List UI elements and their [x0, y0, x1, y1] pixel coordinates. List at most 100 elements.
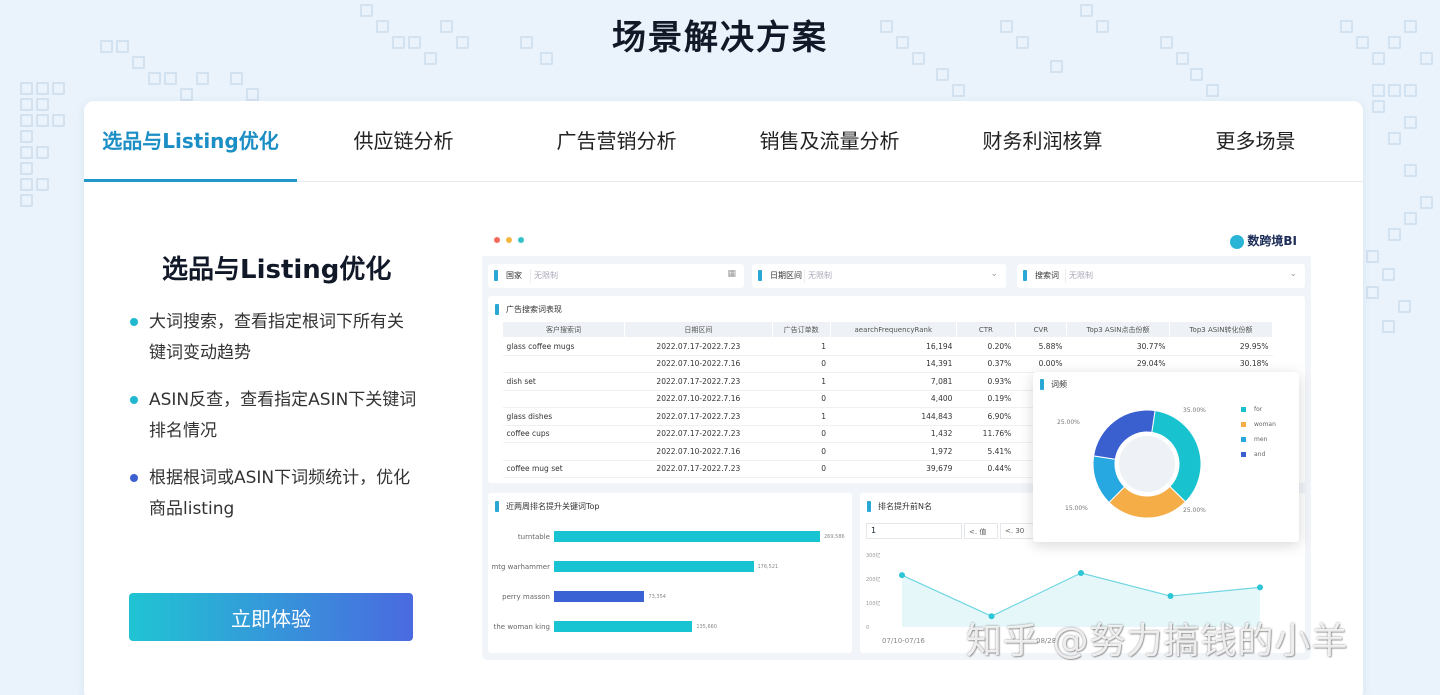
background-tile [164, 72, 177, 85]
table-cell: 0.20% [956, 337, 1016, 356]
window-minimize-dot-icon [506, 237, 512, 243]
table-cell: 29.95% [1169, 337, 1273, 356]
table-cell [502, 355, 625, 373]
line-point[interactable] [1257, 584, 1263, 591]
rank-bar[interactable] [554, 531, 820, 542]
background-tile [180, 88, 193, 101]
table-header-cell[interactable]: Top3 ASIN点击份额 [1065, 321, 1170, 338]
background-tile [196, 72, 209, 85]
bar-category-label: perry masson [502, 593, 550, 601]
legend-item[interactable]: and [1241, 451, 1265, 458]
feature-item: 大词搜索，查看指定根词下所有关键词变动趋势 [128, 307, 418, 369]
section-marker-icon [867, 501, 871, 512]
table-cell: 2022.07.10-2022.7.16 [624, 442, 773, 461]
table-cell: 0 [772, 460, 831, 478]
days-control[interactable]: <. 30 [1000, 523, 1034, 539]
table-cell: 1,972 [830, 442, 957, 461]
background-tile [246, 88, 259, 101]
line-point[interactable] [1167, 593, 1174, 600]
table-cell: 11.76% [956, 425, 1016, 443]
table-cell: 0 [772, 442, 831, 461]
table-cell: 1 [772, 337, 831, 356]
filter-date-range[interactable]: 日期区间 无限制 ⌄ [752, 264, 1006, 288]
table-cell: 30.18% [1169, 355, 1273, 373]
legend-label: woman [1254, 421, 1276, 428]
background-tile [20, 162, 33, 175]
legend-swatch [1241, 422, 1246, 427]
chevron-down-icon: ⌄ [990, 269, 998, 279]
bullet-dot-icon [130, 474, 138, 482]
tab-finance-profit[interactable]: 财务利润核算 [936, 101, 1149, 181]
table-cell: 144,843 [830, 407, 957, 426]
tab-more-scenarios[interactable]: 更多场景 [1149, 101, 1362, 181]
window-maximize-dot-icon [518, 237, 524, 243]
tab-ad-marketing[interactable]: 广告营销分析 [510, 101, 723, 181]
background-tile [20, 114, 33, 127]
background-tile [1366, 286, 1379, 299]
background-tile [52, 114, 65, 127]
table-cell: 16,194 [830, 337, 957, 356]
table-header-cell[interactable]: 广告订单数 [771, 321, 831, 338]
y-tick-label: 0 [866, 625, 869, 631]
table-row: glass coffee mugs 2022.07.17-2022.7.23 1 16… [502, 337, 1273, 356]
tab-listing-optimization[interactable]: 选品与Listing优化 [84, 101, 297, 182]
filter-country[interactable]: 国家 无限制 ▦ [488, 264, 744, 288]
scenario-tabs: 选品与Listing优化 供应链分析 广告营销分析 销售及流量分析 财务利润核算… [84, 101, 1363, 182]
background-tile [20, 130, 33, 143]
filter-value: 无限制 [534, 271, 558, 280]
table-cell: 2022.07.10-2022.7.16 [624, 390, 773, 408]
bar-value-label: 73,354 [648, 594, 666, 600]
rank-bar[interactable] [554, 561, 754, 572]
line-point[interactable] [1078, 570, 1084, 576]
filter-search-term[interactable]: 搜索词 无限制 ⌄ [1017, 264, 1305, 288]
table-header-cell[interactable]: 客户搜索词 [502, 321, 625, 338]
bullet-dot-icon [130, 318, 138, 326]
value-control[interactable]: <. 值 [964, 523, 998, 539]
table-cell: 14,391 [830, 355, 957, 373]
table-cell: 30.77% [1066, 337, 1170, 356]
x-tick-label: 07/10-07/16 [882, 637, 925, 645]
filter-value: 无限制 [1069, 271, 1093, 280]
table-header-cell[interactable]: aearchFrequencyRank [829, 321, 957, 338]
background-tile [1404, 212, 1417, 225]
legend-item[interactable]: woman [1241, 421, 1276, 428]
table-header-cell[interactable]: 日期区间 [624, 321, 773, 338]
table-header-cell[interactable]: CVR [1014, 321, 1067, 338]
rank-bar[interactable] [554, 591, 645, 602]
tab-sales-traffic[interactable]: 销售及流量分析 [723, 101, 936, 181]
section-marker-icon [494, 270, 498, 281]
table-cell: 1 [772, 407, 831, 426]
table-cell [502, 442, 625, 461]
table-cell: 0.19% [956, 390, 1016, 408]
top-n-input[interactable]: 1 [866, 523, 962, 539]
background-tile [230, 72, 243, 85]
background-tile [1388, 228, 1401, 241]
background-tile [36, 114, 49, 127]
background-tile [1404, 164, 1417, 177]
table-header-cell[interactable]: CTR [955, 321, 1016, 338]
bar-category-label: turntable [517, 533, 550, 541]
try-now-button[interactable]: 立即体验 [129, 593, 413, 641]
legend-item[interactable]: men [1241, 436, 1267, 443]
panel-title: 近两周排名提升关键词Top [506, 502, 600, 511]
rank-bar[interactable] [554, 621, 693, 632]
brand-logo: 数跨境BI [1230, 232, 1297, 249]
background-tile [20, 98, 33, 111]
background-tile [1206, 84, 1219, 97]
table-cell: 1 [772, 372, 831, 391]
bar-category-label: mtg warhammer [491, 563, 550, 571]
table-header-cell[interactable]: Top3 ASIN转化份额 [1168, 321, 1274, 338]
bar-value-label: 269,586 [824, 534, 845, 540]
legend-item[interactable]: for [1241, 406, 1262, 413]
table-cell: 1,432 [830, 425, 957, 443]
table-cell: 0.00% [1015, 355, 1067, 373]
feature-title: 选品与Listing优化 [162, 255, 392, 285]
line-point[interactable] [899, 572, 905, 579]
table-cell: 7,081 [830, 372, 957, 391]
table-cell: 29.04% [1066, 355, 1170, 373]
bar-value-label: 176,521 [757, 564, 779, 570]
legend-swatch [1241, 452, 1246, 457]
donut-percent-label: 25.00% [1183, 507, 1206, 514]
tab-supply-chain[interactable]: 供应链分析 [297, 101, 510, 181]
table-cell: coffee cups [502, 425, 625, 443]
